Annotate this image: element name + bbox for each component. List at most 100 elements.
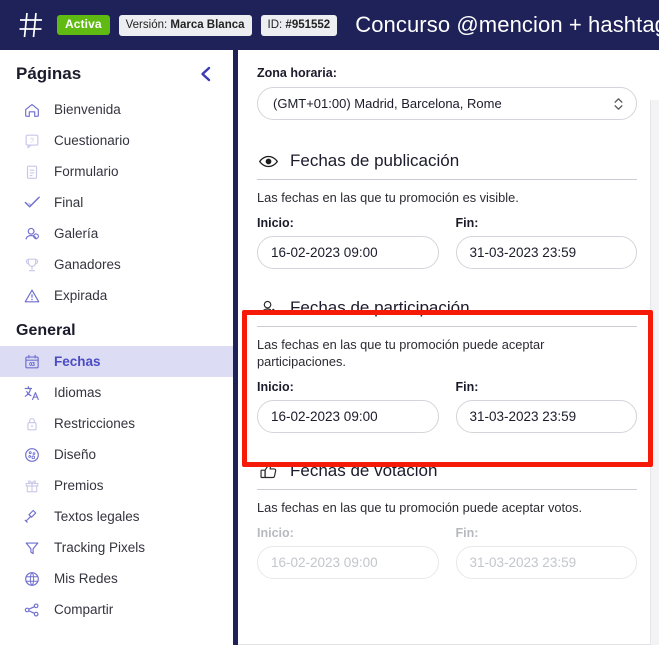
end-date-label: Fin: <box>455 216 479 230</box>
section-title: Fechas de participación <box>290 298 470 317</box>
sidebar-item-label: Formulario <box>54 164 119 179</box>
gift-icon <box>22 476 42 496</box>
section-divider <box>257 326 637 327</box>
section-divider <box>257 179 637 180</box>
updown-chevron-icon[interactable] <box>614 97 623 110</box>
thumbs-up-icon <box>257 460 279 482</box>
sidebar-item-premios[interactable]: Premios <box>0 470 233 501</box>
svg-text:?: ? <box>30 135 34 144</box>
timezone-select-wrap: (GMT+01:00) Madrid, Barcelona, Rome <box>257 87 637 120</box>
home-icon <box>22 100 42 120</box>
timezone-select[interactable]: (GMT+01:00) Madrid, Barcelona, Rome <box>257 87 637 120</box>
sidebar-item-ganadores[interactable]: Ganadores <box>0 249 233 280</box>
sidebar-item-textos-legales[interactable]: Textos legales <box>0 501 233 532</box>
start-date-input[interactable]: 16-02-2023 09:00 <box>257 236 439 269</box>
sidebar-item-restricciones[interactable]: Restricciones <box>0 408 233 439</box>
sidebar-item-idiomas[interactable]: Idiomas <box>0 377 233 408</box>
id-chip: ID: #951552 <box>260 14 338 36</box>
sidebar-item-fechas[interactable]: 03 Fechas <box>0 346 233 377</box>
timezone-field: Zona horaria: (GMT+01:00) Madrid, Barcel… <box>257 66 637 120</box>
sidebar-item-mis-redes[interactable]: Mis Redes <box>0 563 233 594</box>
page-title: Concurso @mencion + hashtag <box>355 12 659 37</box>
app-window: Activa Versión: Marca Blanca ID: #951552… <box>0 0 659 645</box>
sidebar-item-label: Cuestionario <box>54 133 130 148</box>
sidebar-item-formulario[interactable]: Formulario <box>0 156 233 187</box>
section-title: Fechas de publicación <box>290 151 460 170</box>
version-chip: Versión: Marca Blanca <box>118 14 252 36</box>
sidebar-item-bienvenida[interactable]: Bienvenida <box>0 94 233 125</box>
section-fechas-votacion: Fechas de votación Las fechas en las que… <box>257 460 637 579</box>
section-title: Fechas de votación <box>290 461 438 480</box>
sidebar-item-cuestionario[interactable]: ? Cuestionario <box>0 125 233 156</box>
start-date-label: Inicio: <box>257 380 294 394</box>
date-range-row: Inicio: 16-02-2023 09:00 Fin: 31-03-2023… <box>257 526 637 579</box>
trophy-icon <box>22 255 42 275</box>
vertical-scrollbar[interactable] <box>650 100 659 645</box>
sidebar: Páginas Bienvenida ? Cuestionario Formul… <box>0 50 233 645</box>
section-header: Fechas de participación <box>257 297 637 326</box>
sidebar-item-label: Mis Redes <box>54 571 118 586</box>
sidebar-item-galeria[interactable]: Galería <box>0 218 233 249</box>
clipboard-icon <box>22 162 42 182</box>
sidebar-item-label: Premios <box>54 478 104 493</box>
chevron-left-icon[interactable] <box>195 63 217 85</box>
gallery-icon <box>22 224 42 244</box>
section-header: Fechas de publicación <box>257 150 637 179</box>
main-content: Zona horaria: (GMT+01:00) Madrid, Barcel… <box>238 50 659 645</box>
globe-icon <box>22 569 42 589</box>
share-icon <box>22 600 42 620</box>
sidebar-item-label: Galería <box>54 226 99 241</box>
end-date-label: Fin: <box>455 380 479 394</box>
version-value: Marca Blanca <box>170 18 245 31</box>
sidebar-general-title: General <box>16 322 76 339</box>
sidebar-item-label: Fechas <box>54 354 101 369</box>
section-fechas-publicacion: Fechas de publicación Las fechas en las … <box>257 150 637 269</box>
end-date-input[interactable]: 31-03-2023 23:59 <box>455 236 637 269</box>
start-date-label: Inicio: <box>257 216 294 230</box>
svg-text:03: 03 <box>29 361 35 367</box>
version-prefix: Versión: <box>125 18 171 31</box>
date-range-row: Inicio: 16-02-2023 09:00 Fin: 31-03-2023… <box>257 216 637 269</box>
sidebar-item-tracking-pixels[interactable]: Tracking Pixels <box>0 532 233 563</box>
user-participation-icon <box>257 297 279 319</box>
calendar-icon: 03 <box>22 352 42 372</box>
end-date-field: Fin: 31-03-2023 23:59 <box>455 526 637 579</box>
start-date-field: Inicio: 16-02-2023 09:00 <box>257 216 439 269</box>
id-value: #951552 <box>285 18 331 31</box>
section-divider <box>257 489 637 490</box>
end-date-input[interactable]: 31-03-2023 23:59 <box>455 400 637 433</box>
date-range-row: Inicio: 16-02-2023 09:00 Fin: 31-03-2023… <box>257 380 637 433</box>
start-date-field: Inicio: 16-02-2023 09:00 <box>257 526 439 579</box>
sidebar-item-label: Expirada <box>54 288 108 303</box>
lock-icon <box>22 414 42 434</box>
funnel-icon <box>22 538 42 558</box>
sidebar-pages-title: Páginas <box>16 64 82 83</box>
app-body: Páginas Bienvenida ? Cuestionario Formul… <box>0 50 659 645</box>
app-header: Activa Versión: Marca Blanca ID: #951552… <box>0 0 659 50</box>
sidebar-item-final[interactable]: Final <box>0 187 233 218</box>
sidebar-item-compartir[interactable]: Compartir <box>0 594 233 625</box>
status-badge: Activa <box>57 15 110 35</box>
section-fechas-participacion: Fechas de participación Las fechas en la… <box>257 297 637 433</box>
sidebar-item-diseno[interactable]: Diseño <box>0 439 233 470</box>
sidebar-pages-header: Páginas <box>0 50 233 94</box>
sidebar-item-label: Final <box>54 195 84 210</box>
section-header: Fechas de votación <box>257 460 637 489</box>
end-date-input: 31-03-2023 23:59 <box>455 546 637 579</box>
sidebar-item-expirada[interactable]: Expirada <box>0 280 233 311</box>
start-date-input[interactable]: 16-02-2023 09:00 <box>257 400 439 433</box>
translate-icon <box>22 383 42 403</box>
timezone-label: Zona horaria: <box>257 66 337 80</box>
section-description: Las fechas en las que tu promoción es vi… <box>257 190 519 205</box>
sidebar-item-label: Textos legales <box>54 509 140 524</box>
sidebar-item-label: Restricciones <box>54 416 136 431</box>
hashtag-logo-icon <box>14 8 48 42</box>
sidebar-item-label: Diseño <box>54 447 97 462</box>
start-date-input: 16-02-2023 09:00 <box>257 546 439 579</box>
section-description: Las fechas en las que tu promoción puede… <box>257 337 545 369</box>
end-date-field: Fin: 31-03-2023 23:59 <box>455 216 637 269</box>
gavel-icon <box>22 507 42 527</box>
id-prefix: ID: <box>267 18 286 31</box>
end-date-label: Fin: <box>455 526 479 540</box>
sidebar-item-label: Bienvenida <box>54 102 121 117</box>
